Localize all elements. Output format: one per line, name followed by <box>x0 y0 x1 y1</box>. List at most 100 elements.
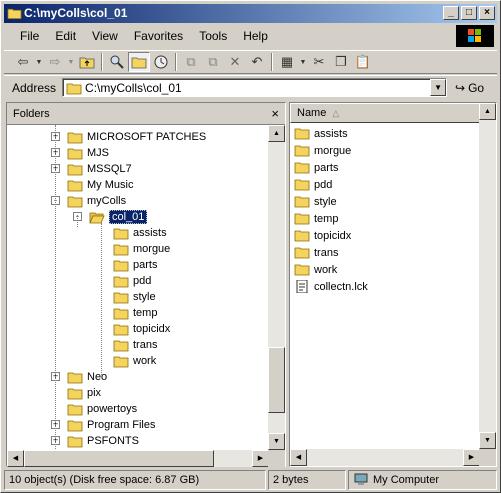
scroll-down-button[interactable]: ▼ <box>268 433 285 450</box>
delete-icon[interactable]: ✕ <box>224 52 246 72</box>
file-list-pane: Name △ assists morgue parts pdd style temp top… <box>289 102 497 467</box>
folder-icon <box>67 420 83 431</box>
undo-icon[interactable]: ↶ <box>246 52 268 72</box>
scroll-thumb[interactable] <box>268 347 285 413</box>
hscroll-thumb[interactable] <box>24 450 214 467</box>
list-item-label: assists <box>314 127 348 140</box>
tree-item[interactable]: work <box>113 353 156 369</box>
menu-file[interactable]: File <box>12 29 47 43</box>
folders-vertical-scrollbar[interactable]: ▲ ▼ <box>268 125 285 450</box>
tree-item[interactable]: style <box>113 289 156 305</box>
tree-item[interactable]: powertoys <box>67 401 137 417</box>
list-item[interactable]: collectn.lck <box>294 278 368 295</box>
tree-item[interactable]: temp <box>113 305 157 321</box>
tree-item-label: assists <box>133 227 167 239</box>
title-bar[interactable]: C:\myColls\col_01 _ □ × <box>4 4 497 23</box>
back-dropdown-icon[interactable]: ▼ <box>34 52 44 72</box>
maximize-button[interactable]: □ <box>461 6 477 20</box>
list-item[interactable]: trans <box>294 244 338 261</box>
address-dropdown-button[interactable]: ▼ <box>430 79 447 96</box>
tree-item-label: work <box>133 355 157 367</box>
tree-item[interactable]: morgue <box>113 241 170 257</box>
go-arrow-icon: ↪ <box>455 80 466 95</box>
tree-item-label: morgue <box>133 243 171 255</box>
cut-icon[interactable]: ✂ <box>308 52 330 72</box>
forward-icon[interactable]: ⇨ <box>44 52 66 72</box>
folder-icon <box>67 196 83 207</box>
folder-icon <box>67 436 83 447</box>
views-icon[interactable]: ▦ <box>276 52 298 72</box>
tree-item[interactable]: pdd <box>113 273 151 289</box>
tree-item[interactable]: col_01 <box>89 209 148 225</box>
scroll-right-button[interactable]: ▶ <box>463 449 480 466</box>
scroll-up-button[interactable]: ▲ <box>479 103 496 120</box>
menu-tools[interactable]: Tools <box>191 29 235 43</box>
folder-icon <box>66 83 82 95</box>
views-dropdown-icon[interactable]: ▼ <box>298 52 308 72</box>
folders-horizontal-scrollbar[interactable]: ◀ ▶ <box>7 450 269 467</box>
toolbar: ⇦ ▼ ⇨ ▼ ⧉ ⧉ ✕ ↶ ▦ ▼ ✂ ❐ 📋 <box>4 50 497 74</box>
tree-item[interactable]: parts <box>113 257 157 273</box>
menu-help[interactable]: Help <box>235 29 276 43</box>
list-item[interactable]: topicidx <box>294 227 351 244</box>
list-item-label: morgue <box>314 144 352 157</box>
menu-view[interactable]: View <box>84 29 126 43</box>
tree-item[interactable]: trans <box>113 337 157 353</box>
tree-item[interactable]: MJS <box>67 145 109 161</box>
tree-item[interactable]: MSSQL7 <box>67 161 132 177</box>
tree-item[interactable]: MICROSOFT PATCHES <box>67 129 206 145</box>
list-item[interactable]: style <box>294 193 337 210</box>
list-item[interactable]: pdd <box>294 176 332 193</box>
tree-connector <box>77 215 78 227</box>
windows-flag-icon <box>468 29 481 42</box>
list-item[interactable]: assists <box>294 125 348 142</box>
folder-icon <box>113 340 129 351</box>
scroll-up-button[interactable]: ▲ <box>268 125 285 142</box>
minimize-button[interactable]: _ <box>443 6 459 20</box>
address-input[interactable]: C:\myColls\col_01 ▼ <box>62 78 448 97</box>
computer-icon <box>354 473 368 485</box>
list-horizontal-scrollbar[interactable]: ◀ ▶ <box>290 449 480 466</box>
tree-item[interactable]: My Music <box>67 177 133 193</box>
list-vertical-scrollbar[interactable]: ▲ ▼ <box>479 103 496 449</box>
scroll-down-button[interactable]: ▼ <box>479 432 496 449</box>
move-to-icon[interactable]: ⧉ <box>180 52 202 72</box>
tree-item-label: parts <box>133 259 158 271</box>
close-button[interactable]: × <box>479 6 495 20</box>
paste-icon[interactable]: 📋 <box>352 52 374 72</box>
tree-item[interactable]: topicidx <box>113 321 170 337</box>
list-item[interactable]: parts <box>294 159 338 176</box>
go-button[interactable]: ↪ Go <box>455 81 484 95</box>
name-column-header[interactable]: Name △ <box>290 103 480 123</box>
back-icon[interactable]: ⇦ <box>12 52 34 72</box>
folders-header: Folders × <box>7 103 285 125</box>
up-folder-icon[interactable] <box>76 52 98 72</box>
scroll-left-button[interactable]: ◀ <box>290 449 307 466</box>
tree-item[interactable]: assists <box>113 225 167 241</box>
list-item[interactable]: work <box>294 261 337 278</box>
history-icon[interactable] <box>150 52 172 72</box>
list-item[interactable]: morgue <box>294 142 351 159</box>
tree-item-label: PSFONTS <box>87 435 139 447</box>
file-icon <box>296 280 308 293</box>
scroll-right-button[interactable]: ▶ <box>252 450 269 467</box>
tree-item[interactable]: myColls <box>67 193 126 209</box>
list-item[interactable]: temp <box>294 210 338 227</box>
menu-favorites[interactable]: Favorites <box>126 29 191 43</box>
copy-to-icon[interactable]: ⧉ <box>202 52 224 72</box>
tree-connector <box>55 125 56 449</box>
menu-edit[interactable]: Edit <box>47 29 84 43</box>
tree-item-label: MSSQL7 <box>87 163 132 175</box>
toolbar-separator <box>271 53 273 71</box>
tree-item[interactable]: pix <box>67 385 101 401</box>
forward-dropdown-icon[interactable]: ▼ <box>66 52 76 72</box>
search-icon[interactable] <box>106 52 128 72</box>
copy-icon[interactable]: ❐ <box>330 52 352 72</box>
tree-item-label: temp <box>133 307 158 319</box>
folders-icon[interactable] <box>128 52 150 72</box>
folder-icon <box>7 8 22 19</box>
folders-close-icon[interactable]: × <box>271 106 279 121</box>
tree-item[interactable]: PSFONTS <box>67 433 139 449</box>
scroll-left-button[interactable]: ◀ <box>7 450 24 467</box>
tree-item[interactable]: Program Files <box>67 417 155 433</box>
